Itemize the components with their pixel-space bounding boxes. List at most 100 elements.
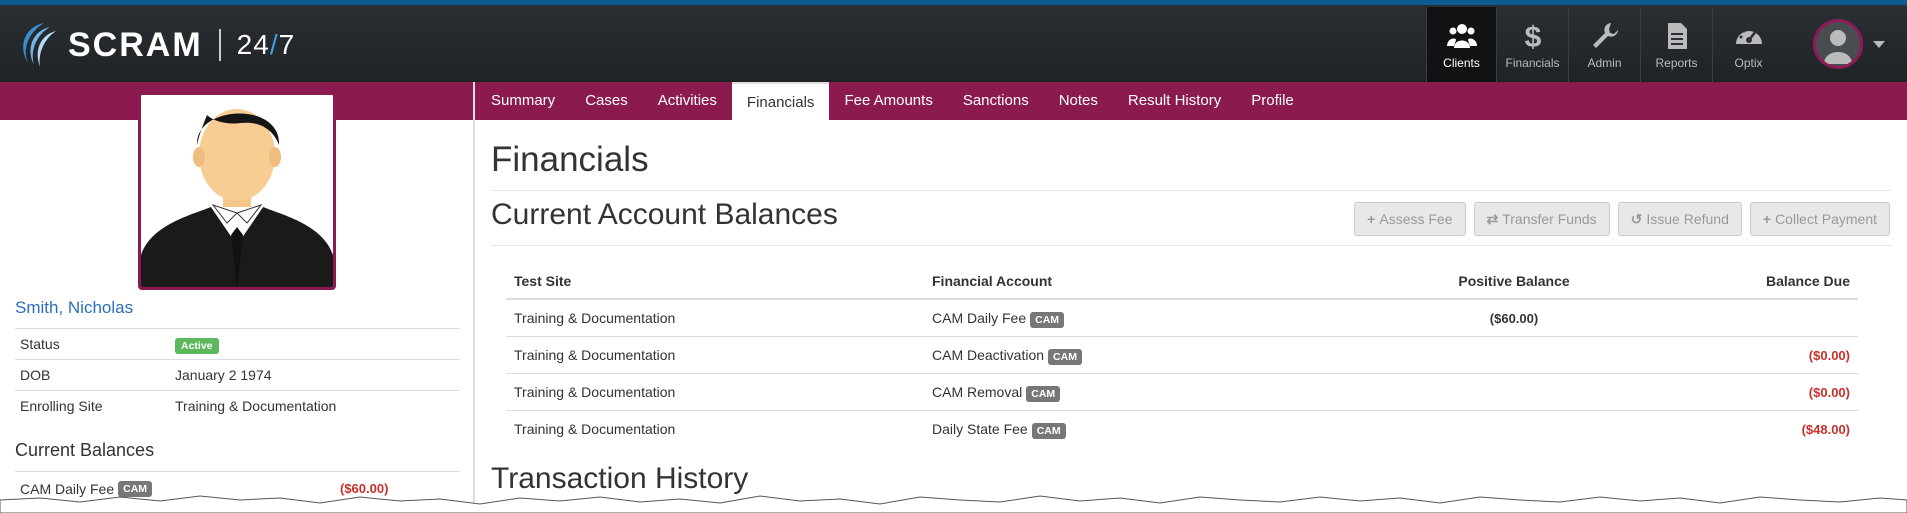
table-row: Status Active: [15, 328, 460, 360]
account-name: CAM Deactivation: [932, 346, 1045, 363]
collect-payment-button[interactable]: + Collect Payment: [1749, 202, 1890, 236]
tab-fee-amounts[interactable]: Fee Amounts: [829, 82, 947, 120]
scram-logo[interactable]: SCRAM 24/7: [14, 19, 295, 71]
field-value: January 2 1974: [170, 359, 460, 391]
tab-notes[interactable]: Notes: [1044, 82, 1113, 120]
client-tabs: Summary Cases Activities Financials Fee …: [476, 82, 1309, 120]
field-label: Enrolling Site: [15, 390, 170, 422]
logo-247-b: 7: [278, 29, 296, 60]
balance-due-value: ($0.00): [1808, 384, 1850, 400]
cell-positive-balance: [1364, 335, 1664, 373]
nav-financials[interactable]: $ Financials: [1496, 7, 1568, 82]
document-icon: [1667, 23, 1687, 49]
main-nav: Clients $ Financials Admin Reports Optix: [1426, 7, 1784, 82]
tab-sanctions[interactable]: Sanctions: [948, 82, 1044, 120]
cell-positive-balance: [1364, 409, 1664, 447]
cell-balance-due: ($0.00): [1664, 335, 1858, 373]
cell-positive-balance: ($60.00): [1364, 299, 1664, 336]
scram-logo-mark-icon: [23, 23, 56, 67]
table-row: Enrolling Site Training & Documentation: [15, 390, 460, 422]
tab-result-history[interactable]: Result History: [1113, 82, 1236, 120]
tab-profile[interactable]: Profile: [1236, 82, 1309, 120]
table-header-row: Test Site Financial Account Positive Bal…: [506, 263, 1858, 300]
cell-balance-due: ($0.00): [1664, 372, 1858, 410]
logo-247: 24/7: [237, 29, 296, 61]
account-name: CAM Daily Fee: [932, 309, 1027, 326]
assess-fee-label: Assess Fee: [1379, 211, 1453, 227]
column-header-positive-balance[interactable]: Positive Balance: [1364, 263, 1664, 300]
tab-summary[interactable]: Summary: [476, 82, 570, 120]
chevron-down-icon[interactable]: [1873, 40, 1885, 48]
column-header-financial-account[interactable]: Financial Account: [924, 263, 1364, 300]
balance-due-value: ($0.00): [1808, 347, 1850, 363]
wrench-icon: [1592, 23, 1618, 48]
user-menu[interactable]: [1813, 19, 1885, 69]
tab-activities[interactable]: Activities: [643, 82, 732, 120]
cell-test-site: Training & Documentation: [506, 372, 924, 410]
user-avatar-icon: [1824, 30, 1852, 64]
dollar-icon: $: [1524, 21, 1541, 52]
transfer-funds-button[interactable]: ⇄ Transfer Funds: [1473, 202, 1610, 236]
nav-optix-label: Optix: [1734, 56, 1763, 70]
logo-247-slash: /: [269, 29, 279, 60]
current-account-balances-title: Current Account Balances: [491, 198, 838, 231]
logo-247-a: 24: [236, 29, 270, 60]
positive-balance-value: ($60.00): [1489, 310, 1539, 326]
field-label: Status: [15, 328, 170, 360]
cam-badge: CAM: [1030, 311, 1065, 328]
assess-fee-button[interactable]: + Assess Fee: [1354, 202, 1466, 236]
table-row: Training & Documentation CAM Deactivatio…: [506, 335, 1858, 373]
cam-badge: CAM: [1026, 385, 1061, 402]
avatar[interactable]: [1813, 19, 1863, 69]
balance-due-value: ($48.00): [1801, 421, 1850, 437]
divider: [491, 190, 1892, 191]
nav-reports[interactable]: Reports: [1640, 7, 1712, 82]
table-row: Training & Documentation CAM Removal CAM …: [506, 372, 1858, 410]
financial-actions: + Assess Fee ⇄ Transfer Funds ↺ Issue Re…: [1346, 202, 1890, 236]
tab-cases[interactable]: Cases: [570, 82, 643, 120]
cell-financial-account: CAM Removal CAM: [924, 372, 1364, 410]
current-balances-title: Current Balances: [15, 440, 155, 460]
cam-badge: CAM: [1048, 348, 1082, 365]
logo-separator: [218, 29, 221, 61]
nav-clients-label: Clients: [1443, 56, 1480, 70]
cell-financial-account: Daily State Fee CAM: [924, 409, 1364, 447]
issue-refund-button[interactable]: ↺ Issue Refund: [1617, 202, 1742, 236]
torn-edge-decoration: [0, 495, 1907, 513]
cell-balance-due: ($48.00): [1664, 409, 1858, 447]
nav-clients[interactable]: Clients: [1426, 7, 1496, 82]
field-label: DOB: [15, 359, 170, 391]
client-photo: [138, 92, 336, 290]
svg-text:$: $: [1524, 21, 1541, 52]
nav-admin[interactable]: Admin: [1568, 7, 1640, 82]
cell-balance-due: [1664, 299, 1858, 336]
nav-reports-label: Reports: [1655, 56, 1698, 70]
tab-financials[interactable]: Financials: [731, 82, 830, 120]
cam-badge: CAM: [1031, 422, 1066, 439]
table-row: Training & Documentation Daily State Fee…: [506, 409, 1858, 447]
account-name: CAM Removal: [932, 383, 1023, 400]
table-row: DOB January 2 1974: [15, 359, 460, 391]
client-name-link[interactable]: Smith, Nicholas: [15, 298, 133, 318]
undo-icon: ↺: [1630, 210, 1643, 227]
divider: [491, 245, 1892, 246]
transfer-icon: ⇄: [1486, 210, 1499, 227]
person-silhouette-icon: [141, 109, 333, 287]
cell-financial-account: CAM Deactivation CAM: [924, 335, 1364, 373]
column-header-balance-due[interactable]: Balance Due: [1664, 263, 1858, 300]
status-badge: Active: [175, 338, 219, 354]
field-value: Training & Documentation: [170, 390, 460, 422]
cell-positive-balance: [1364, 372, 1664, 410]
nav-optix[interactable]: Optix: [1712, 7, 1784, 82]
users-icon: [1446, 24, 1477, 48]
account-balances-table: Test Site Financial Account Positive Bal…: [506, 263, 1858, 447]
nav-admin-label: Admin: [1587, 56, 1622, 70]
nav-financials-label: Financials: [1505, 56, 1560, 70]
issue-refund-label: Issue Refund: [1646, 211, 1729, 227]
plus-icon: +: [1367, 211, 1376, 227]
column-header-test-site[interactable]: Test Site: [506, 263, 924, 300]
field-value: Active: [170, 328, 460, 360]
cell-test-site: Training & Documentation: [506, 409, 924, 447]
gauge-icon: [1735, 27, 1762, 44]
cell-test-site: Training & Documentation: [514, 309, 676, 326]
